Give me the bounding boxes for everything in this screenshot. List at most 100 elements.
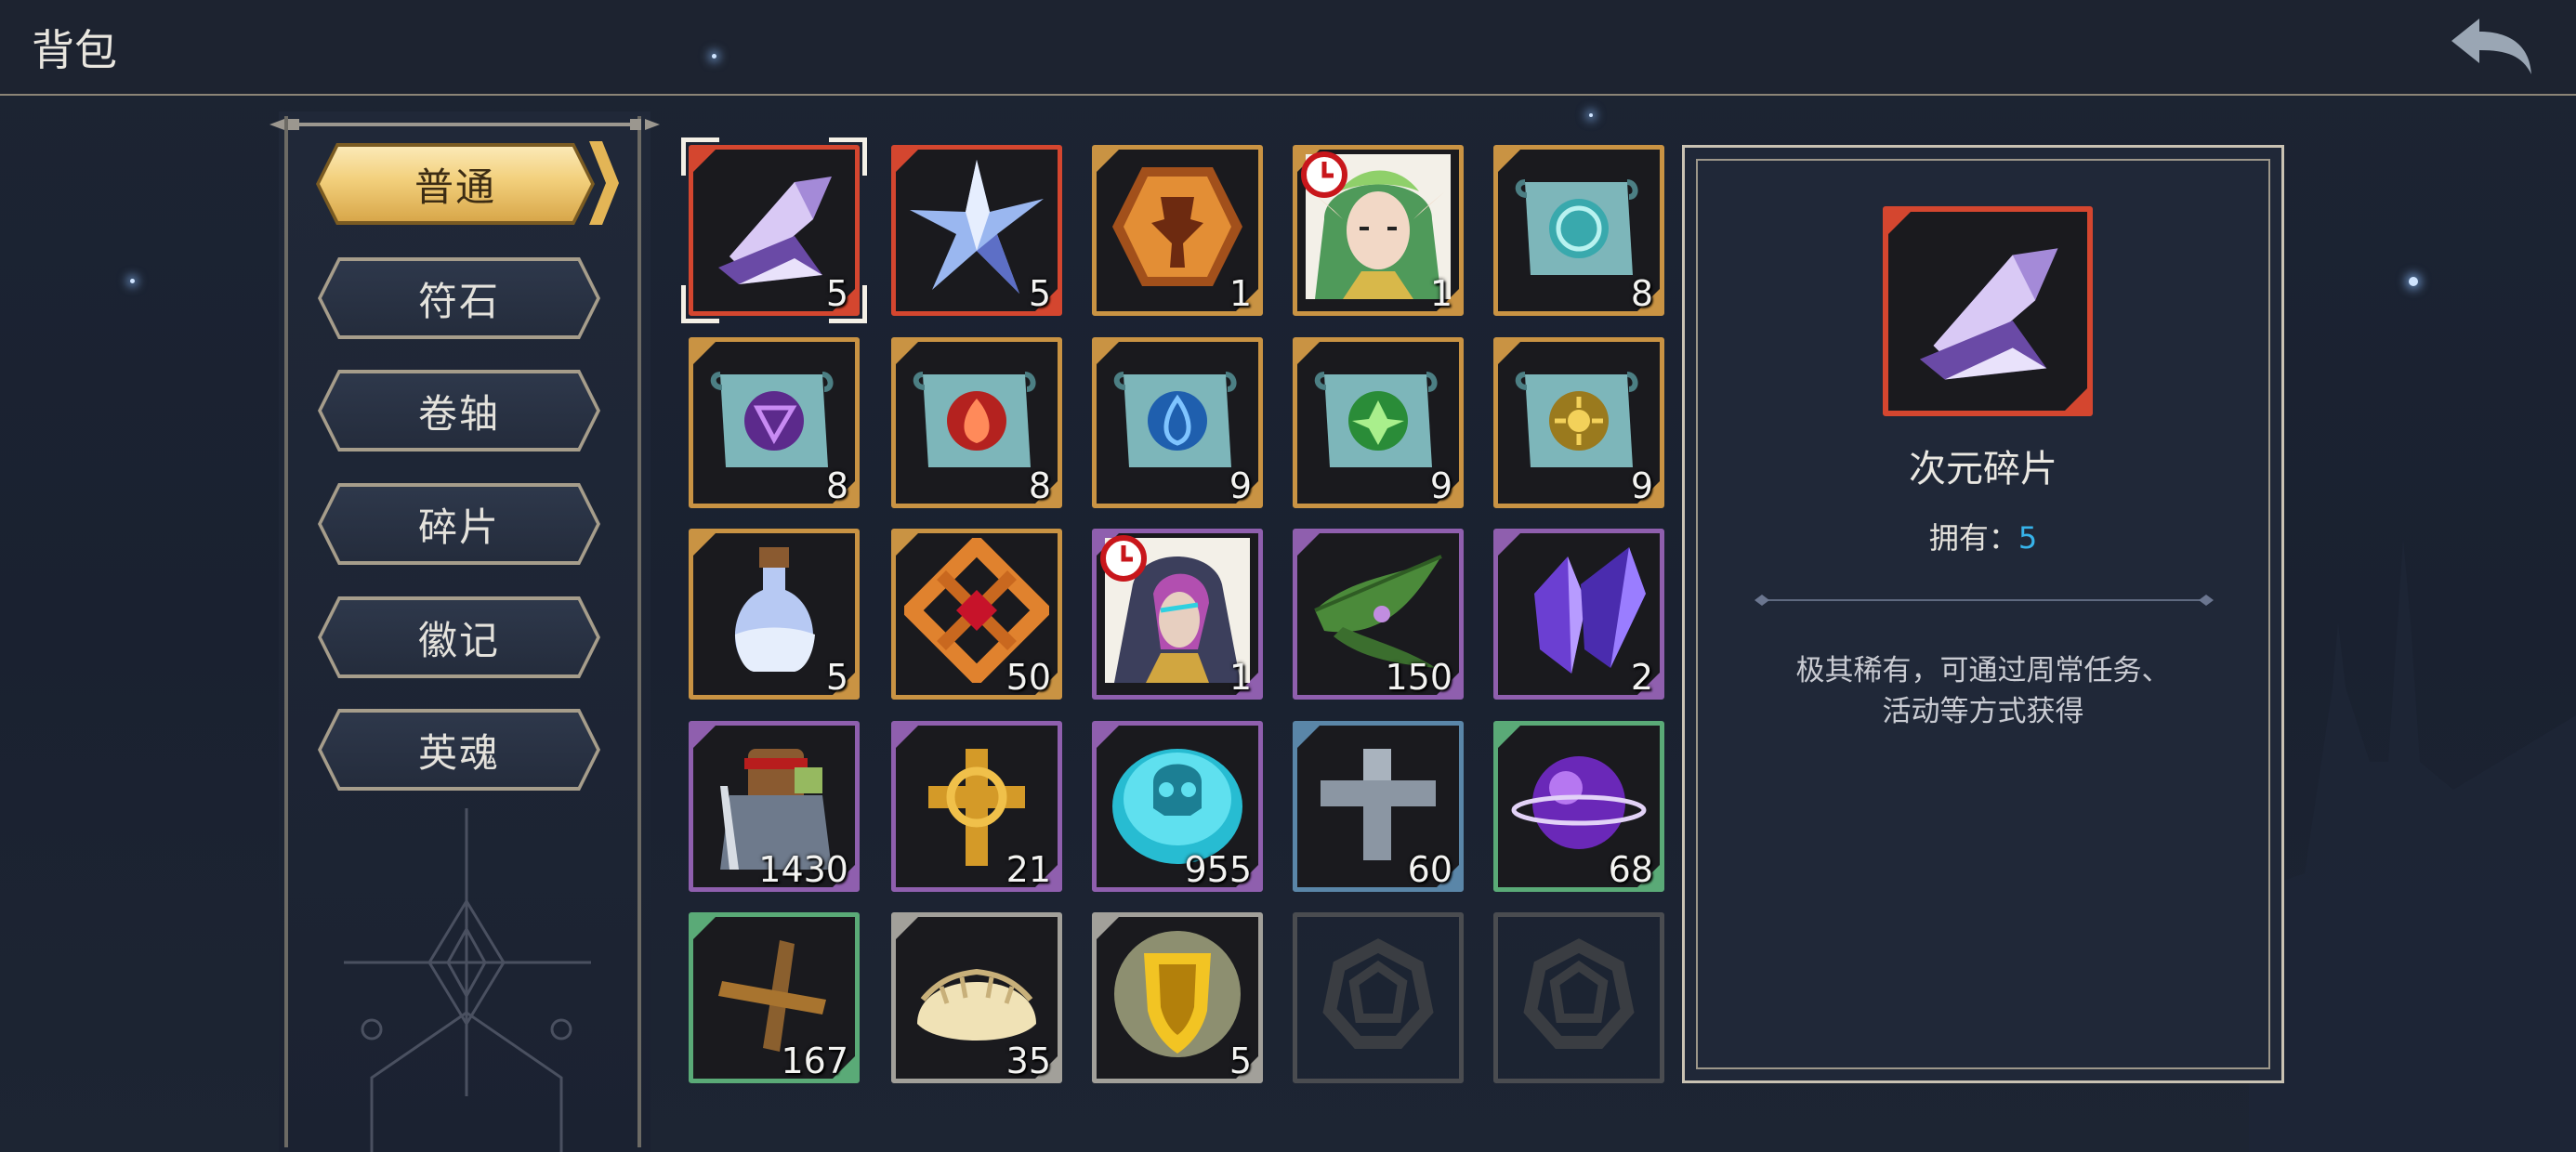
inventory-slot[interactable]: 8: [1493, 145, 1664, 316]
inventory-slot[interactable]: 21: [891, 721, 1062, 892]
star-crystal-icon: [910, 160, 1044, 294]
item-count: 5: [1028, 273, 1051, 314]
item-count: 35: [1005, 1041, 1051, 1081]
item-count: 1: [1229, 273, 1252, 314]
selection-corner: [681, 285, 719, 323]
timer-clock-icon: [1100, 535, 1147, 582]
item-count: 8: [825, 465, 848, 506]
empty-slot-icon: [1523, 938, 1635, 1049]
inventory-slot[interactable]: 35: [891, 912, 1062, 1083]
item-count: 167: [781, 1041, 848, 1081]
inventory-slot[interactable]: 60: [1293, 721, 1464, 892]
tab-emblem-label: 徽记: [322, 600, 597, 674]
tab-hero-soul-label: 英魂: [322, 713, 597, 787]
sky-star: [130, 279, 135, 283]
tab-hero-soul[interactable]: 英魂: [318, 709, 600, 791]
detail-owned: 拥有：5: [1682, 515, 2284, 557]
inventory-slot[interactable]: 68: [1493, 721, 1664, 892]
item-count: 1: [1229, 657, 1252, 698]
tab-scroll[interactable]: 卷轴: [318, 370, 600, 452]
item-count: 955: [1184, 849, 1252, 890]
detail-divider: [1755, 595, 2214, 606]
inventory-slot[interactable]: 167: [689, 912, 860, 1083]
item-count: 9: [1429, 465, 1452, 506]
item-count: 2: [1630, 657, 1653, 698]
page-title: 背包: [32, 25, 117, 75]
inventory-slot[interactable]: 5: [681, 137, 867, 323]
detail-owned-value: 5: [2017, 520, 2038, 556]
tab-fragment-label: 碎片: [322, 487, 597, 561]
inventory-slot[interactable]: 1: [1092, 529, 1263, 700]
water-rune-scroll-icon: [1113, 372, 1237, 467]
inventory-slot[interactable]: 5: [1092, 912, 1263, 1083]
selection-corner: [829, 285, 867, 323]
panel-rail-right: [637, 116, 641, 1147]
sky-star: [712, 54, 716, 59]
tab-common[interactable]: 普通: [316, 143, 595, 225]
dimension-shard-icon: [718, 177, 832, 284]
potion-bottle-icon: [734, 547, 815, 672]
item-count: 8: [1630, 273, 1653, 314]
back-arrow-icon[interactable]: [2444, 13, 2537, 80]
item-count: 21: [1005, 849, 1051, 890]
tab-scroll-label: 卷轴: [322, 373, 597, 448]
bronze-emblem-icon: [1112, 167, 1242, 286]
timer-clock-icon: [1301, 151, 1347, 198]
item-count: 5: [1229, 1041, 1252, 1081]
tab-runestone[interactable]: 符石: [318, 257, 600, 339]
dimension-shard-icon: [1919, 248, 2058, 380]
item-count: 1: [1429, 273, 1452, 314]
detail-item-icon: [1883, 206, 2093, 416]
inventory-slot[interactable]: 9: [1493, 337, 1664, 508]
item-count: 1430: [758, 849, 848, 890]
leaf-rune-scroll-icon: [1314, 372, 1438, 467]
inventory-slot[interactable]: 5: [689, 529, 860, 700]
sky-star: [1589, 113, 1593, 117]
inventory-slot[interactable]: 2: [1493, 529, 1664, 700]
sky-star: [2409, 277, 2418, 286]
selection-corner: [829, 137, 867, 176]
empty-inventory-slot: [1493, 912, 1664, 1083]
active-tab-arrow-icon: [589, 141, 619, 225]
inventory-slot[interactable]: 9: [1092, 337, 1263, 508]
inventory-slot[interactable]: 150: [1293, 529, 1464, 700]
inventory-slot[interactable]: 1: [1092, 145, 1263, 316]
castle-silhouette: [2249, 539, 2576, 1152]
tab-common-label: 普通: [320, 147, 591, 221]
item-count: 9: [1630, 465, 1653, 506]
item-count: 8: [1028, 465, 1051, 506]
cyan-rune-scroll-icon: [1515, 179, 1638, 275]
item-count: 60: [1407, 849, 1452, 890]
sun-rune-scroll-icon: [1515, 372, 1638, 467]
tab-runestone-label: 符石: [322, 261, 597, 335]
gold-shield-icon: [1114, 931, 1241, 1057]
inventory-slot[interactable]: 9: [1293, 337, 1464, 508]
inventory-slot[interactable]: 8: [689, 337, 860, 508]
inventory-slot[interactable]: 1: [1293, 145, 1464, 316]
detail-item-name: 次元碎片: [1909, 448, 2057, 491]
empty-slot-icon: [1322, 938, 1434, 1049]
detail-owned-label: 拥有：: [1928, 520, 2018, 556]
purple-rune-scroll-icon: [710, 372, 834, 467]
empty-inventory-slot: [1293, 912, 1464, 1083]
item-count: 50: [1005, 657, 1051, 698]
inventory-slot[interactable]: 5: [891, 145, 1062, 316]
item-count: 68: [1608, 849, 1653, 890]
inventory-slot[interactable]: 1430: [689, 721, 860, 892]
tab-fragment[interactable]: 碎片: [318, 483, 600, 565]
detail-description: 极其稀有，可通过周常任务、 活动等方式获得: [1795, 654, 2171, 728]
inventory-slot[interactable]: 955: [1092, 721, 1263, 892]
panel-rail-left: [284, 116, 288, 1147]
tab-emblem[interactable]: 徽记: [318, 596, 600, 678]
fire-rune-scroll-icon: [913, 372, 1036, 467]
panel-top-bar: [269, 119, 660, 130]
item-count: 9: [1229, 465, 1252, 506]
item-count: 5: [825, 657, 848, 698]
purple-crystal-icon: [1534, 547, 1646, 674]
inventory-slot[interactable]: 50: [891, 529, 1062, 700]
selection-corner: [681, 137, 719, 176]
panel-ornament: [344, 808, 591, 1152]
top-bar: 背包: [0, 0, 2576, 96]
item-count: 150: [1385, 657, 1452, 698]
inventory-slot[interactable]: 8: [891, 337, 1062, 508]
